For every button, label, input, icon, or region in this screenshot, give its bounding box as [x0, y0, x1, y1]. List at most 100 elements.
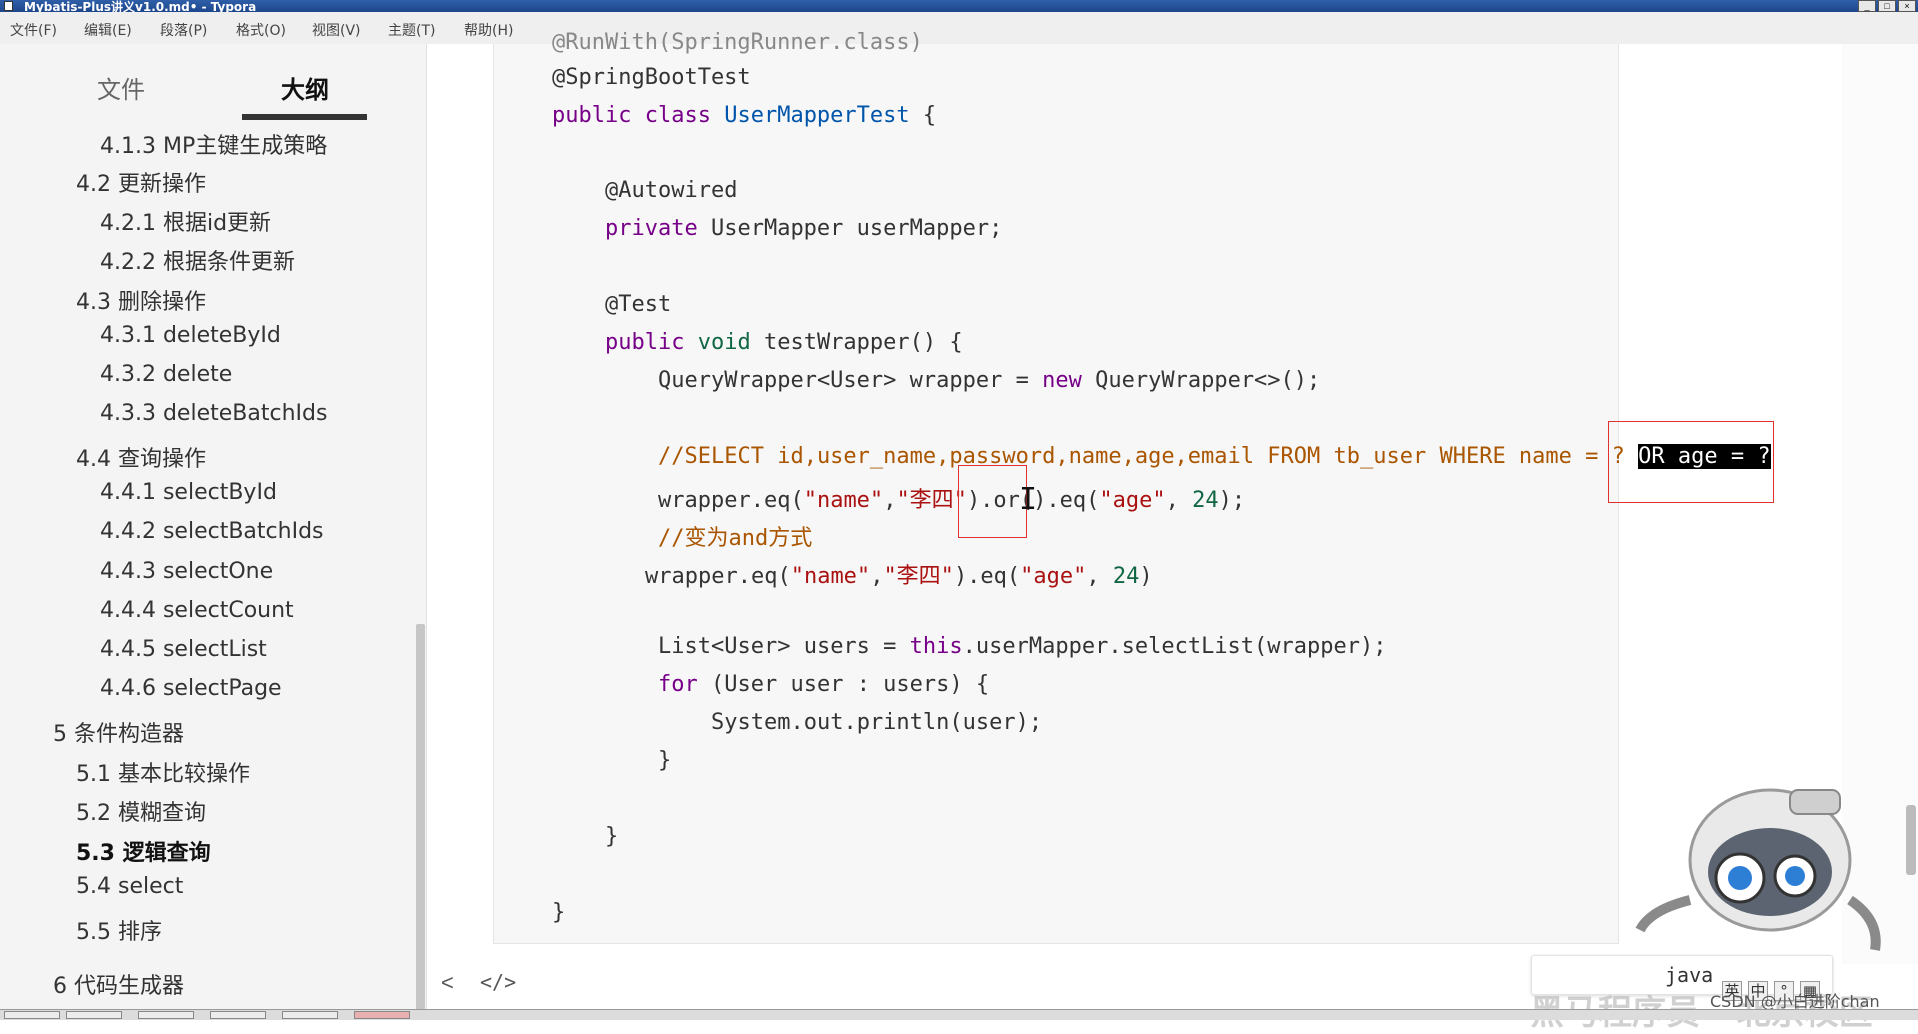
outline-item-4-3-3[interactable]: 4.3.3 deleteBatchIds	[100, 401, 327, 426]
kw-class: class	[644, 103, 711, 128]
annotation-box-or-age	[1608, 421, 1774, 503]
type-list: List<User>	[658, 634, 791, 659]
minimize-button[interactable]: _	[1858, 0, 1876, 12]
outline-item-4-3-2[interactable]: 4.3.2 delete	[100, 362, 232, 387]
eq-call-3: ).eq(	[953, 564, 1021, 589]
wrapper-eq-2: wrapper.eq(	[645, 564, 791, 589]
kw-for: for	[658, 672, 698, 697]
menu-theme[interactable]: 主题(T)	[388, 20, 435, 40]
menu-view[interactable]: 视图(V)	[312, 20, 361, 40]
str-name: "name"	[803, 488, 884, 513]
menu-paragraph[interactable]: 段落(P)	[160, 20, 207, 40]
source-code-toggle-icon[interactable]: </>	[480, 970, 516, 994]
robot-mascot-image	[1635, 788, 1881, 951]
code-line-12: //SELECT id,user_name,password,name,age,…	[658, 444, 1771, 469]
kw-this: this	[909, 634, 963, 659]
outline-item-5-1[interactable]: 5.1 基本比较操作	[76, 756, 250, 788]
kw-private: private	[605, 216, 698, 241]
code-line-19: System.out.println(user);	[711, 710, 1042, 735]
taskbar-button-3[interactable]	[138, 1011, 194, 1019]
code-line-8: @Test	[605, 292, 671, 317]
sidebar-scrollbar[interactable]	[416, 624, 425, 1009]
code-line-15: wrapper.eq("name","李四").eq("age", 24)	[645, 558, 1153, 590]
taskbar-button-5[interactable]	[282, 1011, 338, 1019]
back-arrow-button[interactable]: <	[441, 970, 454, 996]
outline-item-4-1-3[interactable]: 4.1.3 MP主键生成策略	[100, 128, 327, 160]
println-call: System.out.println(user);	[711, 710, 1043, 735]
sql-comment: //SELECT id,user_name,password,name,age,…	[658, 444, 1639, 469]
taskbar-button-1[interactable]	[4, 1011, 60, 1019]
eq-call-2: ).eq(	[1033, 488, 1100, 513]
taskbar-button-2[interactable]	[66, 1011, 122, 1019]
menu-help[interactable]: 帮助(H)	[464, 20, 513, 40]
code-line-14: //变为and方式	[658, 520, 812, 552]
str-age: "age"	[1099, 488, 1166, 513]
code-line-5: @Autowired	[605, 178, 737, 203]
outline-item-4-4-4[interactable]: 4.4.4 selectCount	[100, 598, 294, 623]
menu-file[interactable]: 文件(F)	[10, 20, 57, 40]
outline-item-4-2-2[interactable]: 4.2.2 根据条件更新	[100, 244, 295, 276]
stmt-end: );	[1218, 488, 1246, 513]
type-querywrapper: QueryWrapper<User>	[658, 368, 897, 393]
menu-edit[interactable]: 编辑(E)	[84, 20, 132, 40]
menu-format[interactable]: 格式(O)	[236, 20, 286, 40]
str-age-2: "age"	[1020, 564, 1087, 589]
code-block[interactable]: @RunWith(SpringRunner.class) @SpringBoot…	[493, 30, 1771, 944]
num-24-2: 24	[1112, 564, 1140, 589]
comma-space: ,	[1165, 488, 1193, 513]
tab-outline[interactable]: 大纲	[281, 70, 329, 105]
method-testwrapper: testWrapper() {	[750, 330, 963, 355]
code-line-3: public class UserMapperTest {	[552, 103, 936, 128]
sidebar: 文件 大纲 4.1.3 MP主键生成策略 4.2 更新操作 4.2.1 根据id…	[0, 44, 427, 1009]
code-line-2: @SpringBootTest	[552, 65, 751, 90]
outline-item-4-4-3[interactable]: 4.4.3 selectOne	[100, 559, 273, 584]
window-title: Mybatis-Plus讲义v1.0.md• - Typora	[24, 0, 257, 12]
outline-item-4-2-1[interactable]: 4.2.1 根据id更新	[100, 205, 271, 237]
comma-2: ,	[870, 564, 884, 589]
outline-item-4-4-6[interactable]: 4.4.6 selectPage	[100, 676, 282, 701]
code-line-17: List<User> users = this.userMapper.selec…	[658, 634, 1387, 659]
users-assign: users =	[790, 634, 910, 659]
editor-scrollbar[interactable]	[1906, 805, 1916, 875]
outline-item-5-4[interactable]: 5.4 select	[76, 874, 183, 899]
code-line-1: @RunWith(SpringRunner.class)	[552, 30, 923, 55]
code-line-18: for (User user : users) {	[658, 672, 989, 697]
outline-item-4-4-1[interactable]: 4.4.1 selectById	[100, 480, 277, 505]
annotation-springboottest: @SpringBootTest	[552, 65, 751, 90]
code-line-9: public void testWrapper() {	[605, 330, 963, 355]
open-brace: {	[909, 103, 937, 128]
outline-item-4-3[interactable]: 4.3 删除操作	[76, 284, 206, 316]
outline-item-4-4-5[interactable]: 4.4.5 selectList	[100, 637, 267, 662]
tab-files[interactable]: 文件	[97, 70, 145, 105]
class-name: UserMapperTest	[724, 103, 910, 128]
close-brace-for: }	[658, 748, 672, 773]
type-usermapper: UserMapper	[710, 216, 844, 241]
outline-item-5[interactable]: 5 条件构造器	[53, 716, 184, 748]
maximize-button[interactable]: □	[1878, 0, 1896, 12]
text-cursor-icon: I	[1019, 482, 1038, 517]
kw-void: void	[697, 330, 751, 355]
close-brace-class: }	[552, 900, 566, 925]
outline-item-4-4-2[interactable]: 4.4.2 selectBatchIds	[100, 519, 324, 544]
close-button[interactable]: ×	[1898, 0, 1916, 12]
outline-item-4-2[interactable]: 4.2 更新操作	[76, 166, 206, 198]
taskbar-button-6[interactable]	[354, 1011, 410, 1019]
outline-item-4-4[interactable]: 4.4 查询操作	[76, 441, 206, 473]
for-header: (User user : users) {	[697, 672, 990, 697]
window-controls: _ □ ×	[1858, 0, 1916, 12]
app-icon	[4, 1, 13, 11]
outline-item-6[interactable]: 6 代码生成器	[53, 968, 184, 1000]
annotation-test: @Test	[605, 292, 672, 317]
comma-space-2: ,	[1086, 564, 1113, 589]
paren-end: )	[1139, 564, 1153, 589]
wrapper-eq: wrapper.eq(	[658, 488, 804, 513]
outline-item-5-3[interactable]: 5.3 逻辑查询	[76, 835, 211, 867]
outline-item-4-3-1[interactable]: 4.3.1 deleteById	[100, 323, 281, 348]
active-tab-indicator	[242, 114, 367, 120]
outline-item-5-5[interactable]: 5.5 排序	[76, 914, 162, 946]
wrapper-assign: wrapper =	[896, 368, 1043, 393]
outline-item-5-2[interactable]: 5.2 模糊查询	[76, 795, 206, 827]
menu-bar: 文件(F) 编辑(E) 段落(P) 格式(O) 视图(V) 主题(T) 帮助(H…	[0, 12, 1918, 44]
taskbar-button-4[interactable]	[210, 1011, 266, 1019]
code-line-13: wrapper.eq("name","李四").or().eq("age", 2…	[658, 482, 1245, 514]
